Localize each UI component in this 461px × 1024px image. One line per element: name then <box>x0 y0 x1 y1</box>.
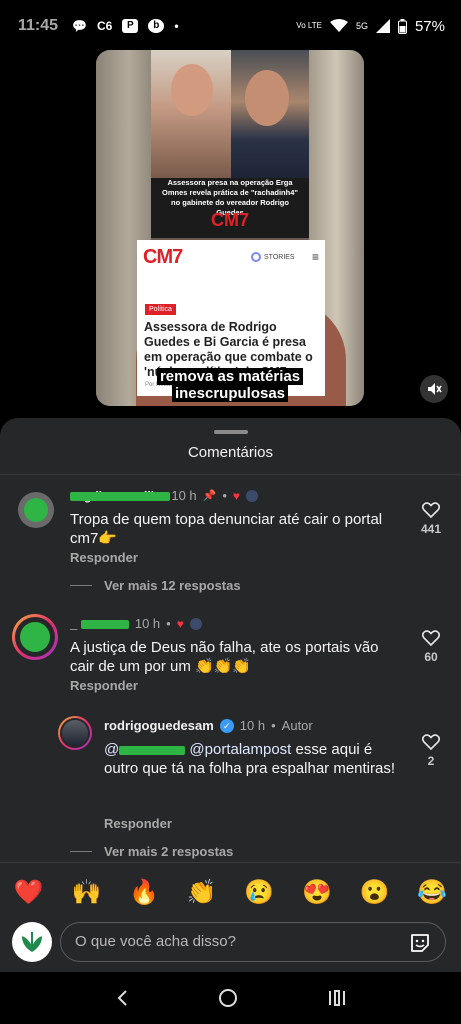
news-thumbnail: Assessora presa na operação Erga Omnes r… <box>151 50 309 238</box>
heart-outline-icon <box>422 734 440 750</box>
creator-avatar <box>189 617 202 630</box>
comment-text: A justiça de Deus não falha, ate os port… <box>70 639 379 675</box>
author-label: Autor <box>281 718 313 733</box>
like-count: 60 <box>424 650 438 664</box>
network-label: 5G <box>355 21 368 31</box>
notification-icons: 💬 C6 P b • <box>72 19 179 33</box>
c6-icon: C6 <box>97 19 113 33</box>
like-count: 2 <box>427 754 435 768</box>
subtitle-line-2: inescrupulosas <box>171 385 289 402</box>
stories-icon <box>251 252 261 262</box>
comment-time: 10 h <box>134 616 161 631</box>
divider <box>0 474 461 475</box>
menu-icon: ≡ <box>311 250 319 264</box>
status-time: 11:45 <box>18 17 59 34</box>
creator-avatar <box>246 489 259 502</box>
category-tag: Política <box>145 304 176 315</box>
b-icon: b <box>148 19 165 33</box>
p-icon: P <box>122 19 139 33</box>
creator-liked-icon: ♥ <box>232 488 241 503</box>
video-subtitle: remova as matérias inescrupulosas <box>96 368 364 402</box>
battery-percent: 57% <box>414 17 445 35</box>
emoji-heart-eyes-button[interactable]: 😍 <box>302 878 332 907</box>
comment-text: @ @portalampost esse aqui é outro que tá… <box>104 741 396 777</box>
like-count: 441 <box>420 522 442 536</box>
face-left <box>171 64 213 116</box>
status-bar: 11:45 💬 C6 P b • Vo LTE 5G 57% <box>0 0 461 52</box>
censor-bar <box>80 620 129 630</box>
like-button[interactable]: 60 <box>416 630 446 664</box>
comment-username[interactable]: rodrigoguedesam <box>104 718 214 733</box>
avatar[interactable] <box>18 492 54 528</box>
home-icon[interactable] <box>218 988 238 1008</box>
emoji-surprised-button[interactable]: 😮 <box>360 878 390 907</box>
sticker-icon[interactable] <box>409 932 431 954</box>
verified-badge-icon: ✓ <box>219 718 234 733</box>
sheet-title: Comentários <box>187 444 274 461</box>
wifi-icon <box>329 19 348 32</box>
my-avatar <box>12 922 52 962</box>
reply-button[interactable]: Responder <box>104 816 172 831</box>
comment-meta: eugdimosastilho 10 h 📌 • ♥ <box>70 488 259 503</box>
censor-bar <box>70 492 170 501</box>
emoji-fire-button[interactable]: 🔥 <box>129 878 159 907</box>
comment-input[interactable]: O que você acha disso? <box>60 922 446 962</box>
like-button[interactable]: 2 <box>416 734 446 768</box>
chat-icon: 💬 <box>72 19 87 33</box>
stories-link: STORIES <box>251 252 295 262</box>
reply-button[interactable]: Responder <box>70 678 138 693</box>
comment-text: Tropa de quem topa denunciar até cair o … <box>70 511 383 547</box>
mention-link[interactable]: @ <box>104 741 186 758</box>
leaf-logo-icon <box>22 932 42 952</box>
emoji-clap-button[interactable]: 👏 <box>187 878 217 907</box>
dot-icon: • <box>174 19 179 33</box>
system-icons: Vo LTE 5G 57% <box>296 18 445 35</box>
back-icon[interactable] <box>115 989 129 1007</box>
system-nav-bar <box>0 972 461 1024</box>
comment-username[interactable]: _ <box>70 616 129 631</box>
avatar-story-ring[interactable] <box>12 614 58 660</box>
emoji-heart-button[interactable]: ❤️ <box>14 878 44 907</box>
drag-handle[interactable] <box>214 430 248 434</box>
signal-icon <box>375 19 390 33</box>
emoji-crying-button[interactable]: 😢 <box>244 878 274 907</box>
heart-outline-icon <box>422 630 440 646</box>
comment-meta: rodrigoguedesam ✓ 10 h • Autor <box>104 718 313 733</box>
volte-icon: Vo LTE <box>296 21 322 30</box>
cm7-logo-small: CM7 <box>211 210 250 230</box>
face-right <box>245 70 289 126</box>
subtitle-line-1: remova as matérias <box>156 368 304 385</box>
comment-time: 10 h <box>239 718 266 733</box>
emoji-raised-hands-button[interactable]: 🙌 <box>71 878 101 907</box>
comment-meta: _ 10 h • ♥ <box>70 616 202 631</box>
speaker-muted-icon <box>428 383 442 395</box>
creator-liked-icon: ♥ <box>176 616 184 631</box>
emoji-joy-button[interactable]: 😂 <box>417 878 447 907</box>
reply-button[interactable]: Responder <box>70 550 138 565</box>
author-avatar[interactable] <box>58 716 92 750</box>
comment-input-row: O que você acha disso? <box>0 912 461 972</box>
comment-time: 10 h <box>171 488 197 503</box>
censor-bar <box>119 745 186 755</box>
view-more-replies[interactable]: Ver mais 2 respostas <box>70 844 233 859</box>
heart-outline-icon <box>422 502 440 518</box>
recents-icon[interactable] <box>327 989 347 1007</box>
cm7-logo: CM7 <box>143 246 183 268</box>
pin-icon: 📌 <box>202 490 217 502</box>
view-more-replies[interactable]: Ver mais 12 respostas <box>70 578 241 593</box>
reel-video[interactable]: Assessora presa na operação Erga Omnes r… <box>96 50 364 406</box>
like-button[interactable]: 441 <box>416 502 446 536</box>
mute-button[interactable] <box>420 375 448 403</box>
comment-username[interactable]: eugdimosastilho <box>70 488 170 503</box>
battery-icon <box>397 18 407 34</box>
mention-link[interactable]: @portalampost <box>189 741 291 758</box>
